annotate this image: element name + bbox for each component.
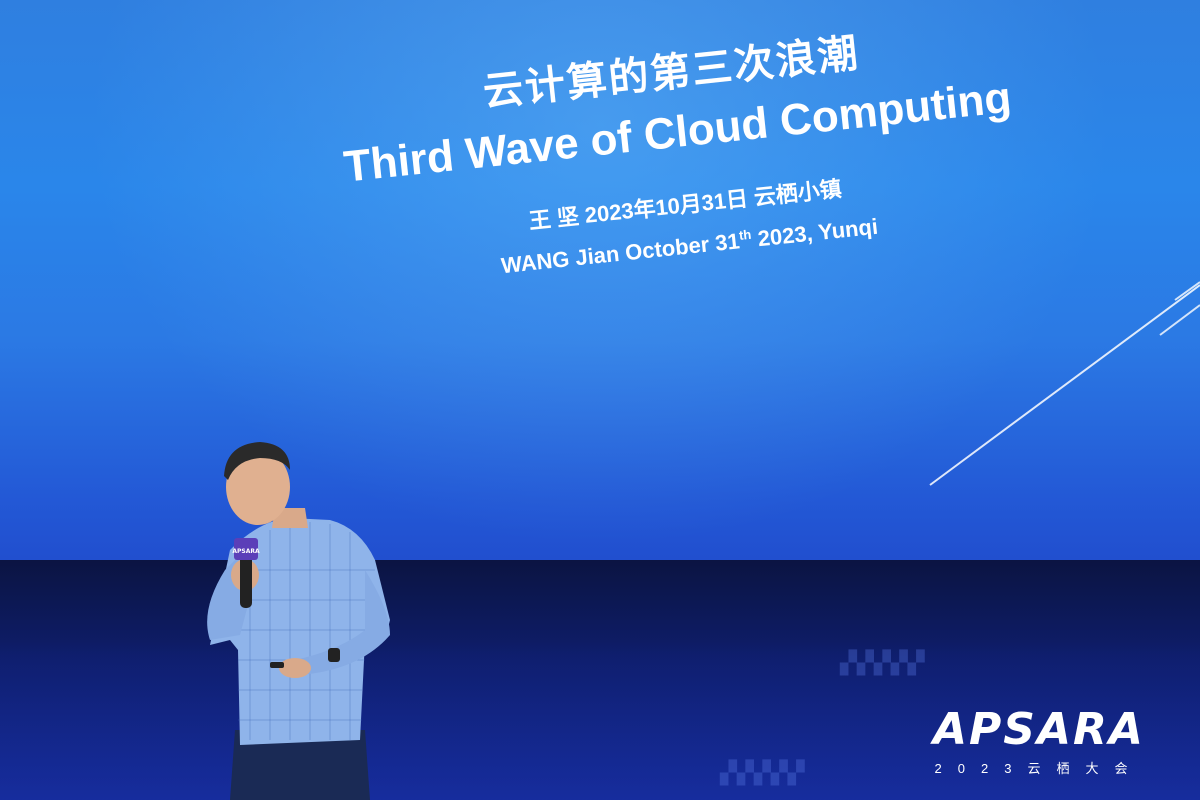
speaker-watch [328, 648, 340, 662]
apsara-tagline: 2023云栖大会 [934, 761, 1144, 776]
decor-line-3 [1174, 281, 1200, 301]
apsara-wordmark: APSARA [933, 704, 1145, 755]
stage-floor-logo-reflection: ▞▞▞▞▞ [840, 650, 925, 675]
decor-line-1 [929, 284, 1200, 486]
presentation-screen: 云计算的第三次浪潮 Third Wave of Cloud Computing … [0, 0, 1200, 620]
speaker-right-hand [279, 658, 311, 678]
presentation-clicker [270, 662, 284, 668]
slide-decoration-lines [929, 281, 1200, 486]
microphone-flag-label: APSARA [232, 548, 260, 555]
apsara-logo: APSARA 2023云栖大会 [914, 706, 1164, 777]
stage-floor-logo-reflection-2: ▞▞▞▞▞ [720, 760, 805, 785]
speaker: APSARA [207, 442, 390, 800]
event-photo: 云计算的第三次浪潮 Third Wave of Cloud Computing … [0, 0, 1200, 800]
